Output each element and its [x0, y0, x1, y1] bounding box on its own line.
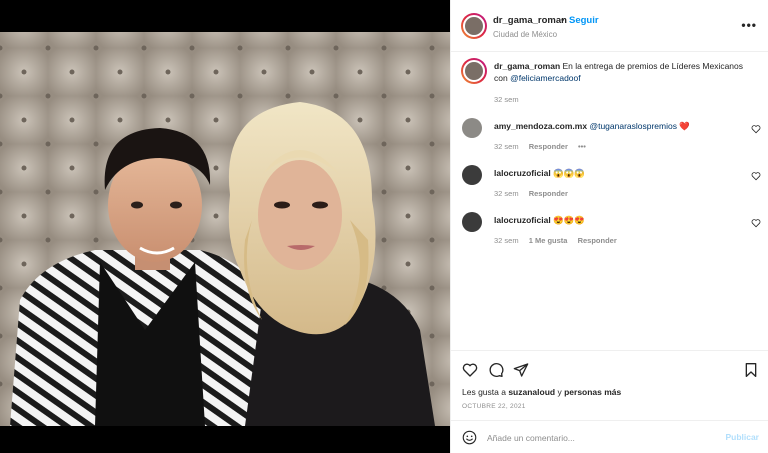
author-avatar[interactable] [461, 13, 487, 39]
post-photo[interactable] [0, 0, 450, 453]
comment-item: amy_mendoza.com.mx @tuganaraslospremios … [451, 118, 768, 158]
comment-body: 😱😱😱 [553, 168, 585, 178]
comment-text: amy_mendoza.com.mx @tuganaraslospremios … [494, 120, 749, 132]
comment-username[interactable]: amy_mendoza.com.mx [494, 121, 587, 131]
comment-likes-count[interactable]: 1 Me gusta [529, 236, 568, 245]
commenter-avatar[interactable] [462, 212, 482, 232]
caption: dr_gama_roman En la entrega de premios d… [451, 58, 768, 108]
commenter-avatar[interactable] [462, 165, 482, 185]
comment-item: lalocruzoficial 😍😍😍 32 sem 1 Me gusta Re… [451, 212, 768, 252]
comment-text: lalocruzoficial 😍😍😍 [494, 214, 749, 226]
heart-icon[interactable] [462, 362, 478, 378]
comment-meta: 32 sem Responder [494, 189, 576, 198]
reply-button[interactable]: Responder [529, 189, 568, 198]
post-side-panel: dr_gama_roman • Seguir Ciudad de México … [450, 0, 768, 453]
like-comment-heart-icon[interactable] [751, 124, 761, 134]
likes-user[interactable]: suzanaloud [508, 387, 555, 397]
publish-button[interactable]: Publicar [725, 432, 759, 442]
post-header: dr_gama_roman • Seguir Ciudad de México … [451, 0, 768, 52]
comment-username[interactable]: lalocruzoficial [494, 168, 551, 178]
comment-input[interactable] [487, 428, 717, 447]
comment-time[interactable]: 32 sem [494, 142, 519, 151]
reply-button[interactable]: Responder [578, 236, 617, 245]
bookmark-icon[interactable] [743, 362, 759, 378]
commenter-avatar[interactable] [462, 118, 482, 138]
author-username[interactable]: dr_gama_roman [493, 15, 567, 26]
comment-body: ❤️ [677, 121, 690, 131]
likes-others[interactable]: personas más [564, 387, 621, 397]
add-comment-bar: Publicar [451, 420, 768, 453]
comment-username[interactable]: lalocruzoficial [494, 215, 551, 225]
comment-item: lalocruzoficial 😱😱😱 32 sem Responder [451, 165, 768, 205]
post-location[interactable]: Ciudad de México [493, 30, 557, 39]
likes-connector: y [557, 387, 562, 397]
likes-prefix: Les gusta a [462, 387, 506, 397]
smiley-icon[interactable] [462, 430, 477, 445]
caption-username[interactable]: dr_gama_roman [494, 61, 560, 71]
separator-dot: • [561, 15, 565, 26]
caption-meta: 32 sem [494, 95, 527, 104]
comment-time[interactable]: 32 sem [494, 236, 519, 245]
post-image [0, 0, 450, 453]
comment-body: 😍😍😍 [553, 215, 585, 225]
reply-button[interactable]: Responder [529, 142, 568, 151]
follow-button[interactable]: Seguir [569, 15, 599, 26]
comment-more-icon[interactable]: ••• [578, 142, 586, 151]
comment-meta: 32 sem 1 Me gusta Responder [494, 236, 625, 245]
comment-time[interactable]: 32 sem [494, 189, 519, 198]
post-date[interactable]: OCTUBRE 22, 2021 [462, 403, 526, 410]
comment-bubble-icon[interactable] [488, 362, 504, 378]
like-comment-heart-icon[interactable] [751, 171, 761, 181]
caption-time[interactable]: 32 sem [494, 95, 519, 104]
comment-mention[interactable]: @tuganaraslospremios [589, 121, 677, 131]
caption-mention[interactable]: @feliciamercadoof [510, 73, 581, 83]
likes-summary: Les gusta a suzanaloud y personas más [462, 387, 621, 397]
paper-plane-icon[interactable] [513, 362, 529, 378]
caption-avatar[interactable] [461, 58, 487, 84]
like-comment-heart-icon[interactable] [751, 218, 761, 228]
caption-text: dr_gama_roman En la entrega de premios d… [494, 60, 749, 84]
comment-meta: 32 sem Responder ••• [494, 142, 594, 151]
comment-text: lalocruzoficial 😱😱😱 [494, 167, 749, 179]
more-options-icon[interactable]: ••• [741, 18, 757, 32]
